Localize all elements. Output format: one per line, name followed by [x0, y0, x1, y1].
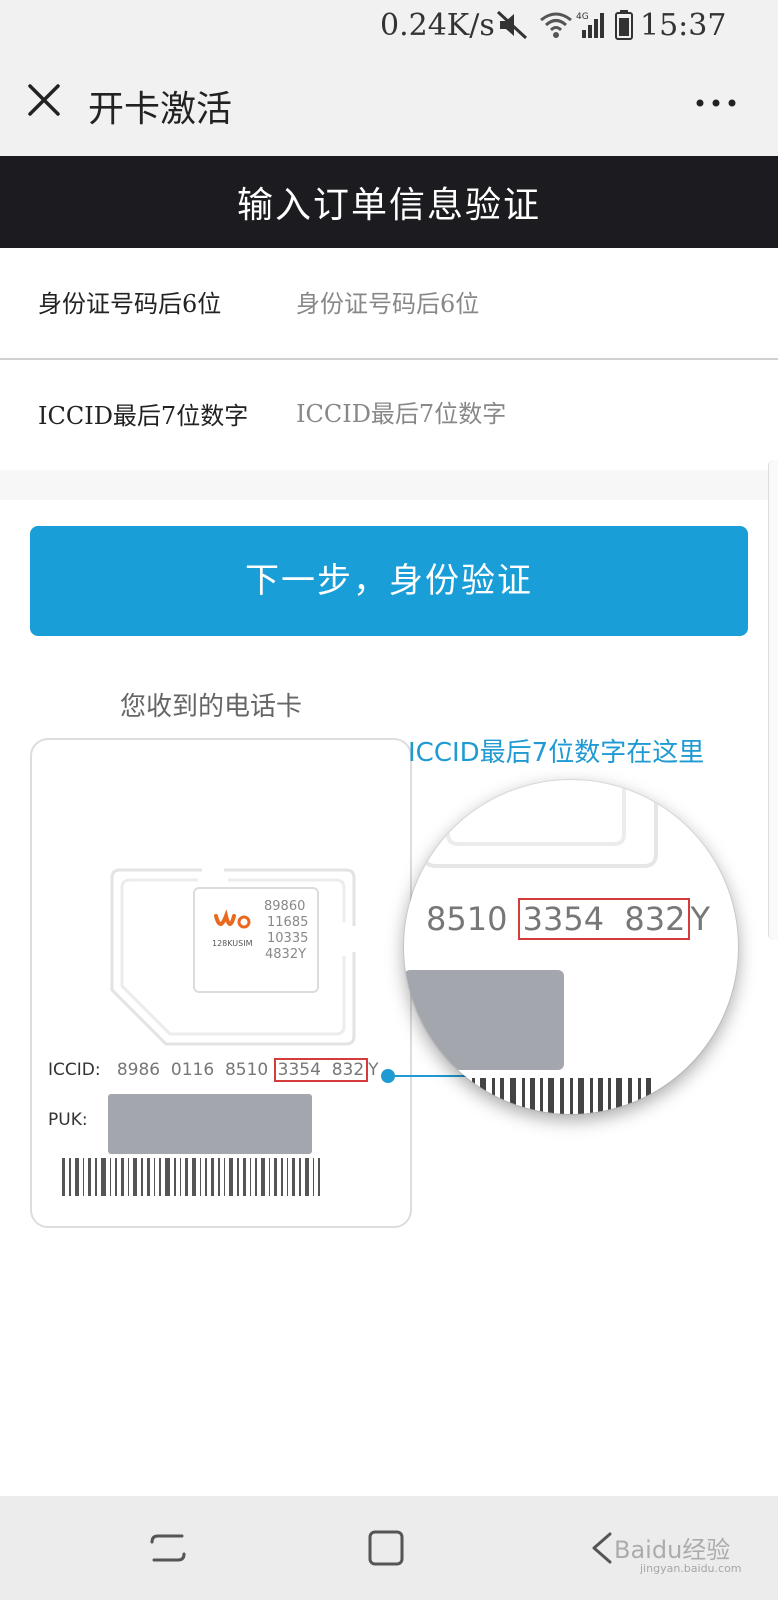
barcode-bar — [218, 1158, 220, 1196]
puk-scratch-area — [108, 1094, 312, 1154]
barcode-bar — [62, 1158, 65, 1196]
barcode-bar — [224, 1158, 225, 1196]
barcode-bar — [281, 1158, 283, 1196]
barcode-bar — [180, 1158, 181, 1196]
iccid-card-label: ICCID: — [48, 1060, 101, 1080]
chip-number: 10335 — [267, 931, 308, 946]
network-speed: 0.24K/s — [380, 8, 495, 43]
barcode-bar — [237, 1158, 239, 1196]
clock: 15:37 — [640, 8, 727, 43]
magnified-sim-edge — [404, 780, 658, 1114]
barcode-bar — [121, 1158, 124, 1196]
barcode-bar — [192, 1158, 196, 1196]
home-icon[interactable] — [366, 1528, 406, 1568]
id-number-input[interactable] — [296, 282, 736, 326]
barcode-bar — [83, 1158, 84, 1196]
barcode-bar — [128, 1158, 129, 1196]
chip-number: 89860 — [264, 899, 305, 914]
barcode-illustration — [62, 1158, 320, 1196]
magnified-prefix: 8510 — [426, 900, 518, 938]
barcode-bar — [318, 1158, 320, 1196]
barcode-bar — [174, 1158, 176, 1196]
id-number-label: 身份证号码后6位 — [38, 290, 222, 318]
barcode-bar — [287, 1158, 288, 1196]
barcode-bar — [185, 1158, 188, 1196]
chip-number: 4832Y — [265, 947, 306, 962]
magnified-suffix: Y — [690, 900, 711, 938]
iccid-prefix: 8986 0116 8510 — [116, 1060, 274, 1080]
next-step-button[interactable]: 下一步，身份验证 — [30, 526, 748, 636]
barcode-bar — [305, 1158, 309, 1196]
section-title: 输入订单信息验证 — [236, 185, 541, 226]
barcode-bar — [261, 1158, 265, 1196]
svg-text:4G: 4G — [576, 12, 589, 22]
iccid-highlight: 3354 832 — [273, 1058, 369, 1082]
barcode-bar — [200, 1158, 201, 1196]
barcode-bar — [211, 1158, 214, 1196]
mute-icon — [496, 10, 528, 40]
barcode-bar — [69, 1158, 71, 1196]
iccid-number-line: ICCID: 8986 0116 8510 3354 832 Y — [48, 1058, 379, 1082]
barcode-bar — [110, 1158, 111, 1196]
barcode-bar — [133, 1158, 137, 1196]
barcode-bar — [95, 1158, 97, 1196]
chip-brand: 128KUSIM — [212, 939, 253, 948]
barcode-bar — [101, 1158, 106, 1196]
barcode-bar — [115, 1158, 117, 1196]
barcode-bar — [147, 1158, 150, 1196]
barcode-bar — [88, 1158, 91, 1196]
barcode-bar — [250, 1158, 251, 1196]
more-icon[interactable] — [694, 96, 738, 110]
barcode-bar — [75, 1158, 79, 1196]
magnified-highlight: 3354 832 — [517, 898, 691, 940]
magnified-iccid: 8510 3354 832 Y — [426, 898, 711, 940]
scroll-indicator[interactable] — [768, 460, 778, 940]
puk-label: PUK: — [48, 1110, 88, 1130]
wifi-icon — [540, 12, 572, 38]
barcode-bar — [313, 1158, 314, 1196]
chip-number: 11685 — [267, 915, 308, 930]
iccid-label: ICCID最后7位数字 — [38, 402, 249, 430]
barcode-bar — [299, 1158, 301, 1196]
barcode-bar — [159, 1158, 161, 1196]
barcode-bar — [165, 1158, 170, 1196]
barcode-bar — [243, 1158, 246, 1196]
battery-icon — [615, 10, 633, 40]
barcode-bar — [269, 1158, 270, 1196]
iccid-input[interactable] — [296, 392, 736, 436]
recent-apps-icon[interactable] — [148, 1528, 188, 1568]
page-title: 开卡激活 — [88, 89, 233, 130]
iccid-suffix: Y — [368, 1060, 379, 1080]
watermark-url: jingyan.baidu.com — [640, 1562, 742, 1575]
4g-signal-icon: 4G — [576, 12, 604, 38]
illustration-caption: 您收到的电话卡 — [120, 692, 303, 722]
barcode-bar — [229, 1158, 233, 1196]
barcode-bar — [141, 1158, 143, 1196]
barcode-bar — [154, 1158, 155, 1196]
iccid-callout: ICCID最后7位数字在这里 — [408, 738, 705, 768]
barcode-bar — [205, 1158, 207, 1196]
barcode-bar — [274, 1158, 277, 1196]
close-icon[interactable] — [26, 82, 62, 118]
barcode-bar — [292, 1158, 295, 1196]
magnifier-circle: 8510 3354 832 Y — [404, 780, 738, 1114]
sim-chip-illustration: 128KUSIM 89860 11685 10335 4832Y — [110, 868, 356, 1046]
barcode-bar — [255, 1158, 257, 1196]
watermark-logo: Baidu经验 — [614, 1536, 731, 1564]
